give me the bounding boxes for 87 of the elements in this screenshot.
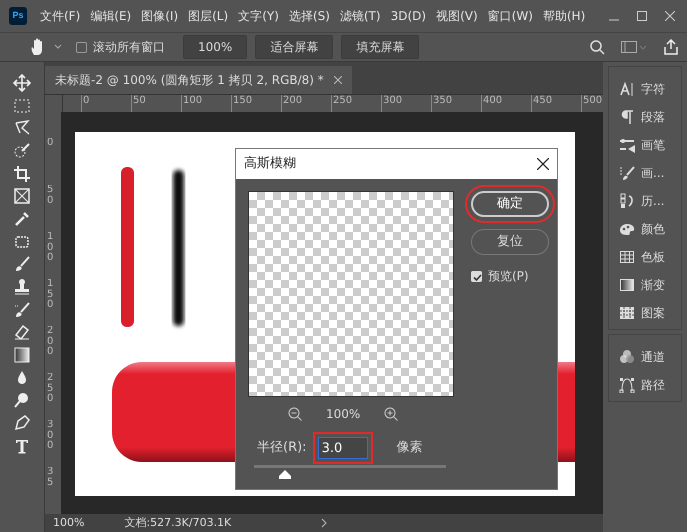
share-icon[interactable] — [663, 39, 679, 55]
checkbox-label: 滚动所有窗口 — [93, 39, 165, 56]
ruler-label: 400 — [483, 96, 502, 106]
panel-label[interactable]: 画... — [641, 164, 664, 182]
menu-item[interactable]: 选择(S) — [284, 7, 335, 25]
menu-item[interactable]: 滤镜(T) — [334, 7, 386, 25]
ruler-label: 50 — [133, 96, 146, 106]
chevron-right-icon[interactable] — [321, 518, 328, 528]
ruler-label: 350 — [433, 96, 452, 106]
field-label: 半径(R): — [257, 439, 307, 458]
channels-icon[interactable] — [619, 349, 635, 365]
ruler-label: 100 — [47, 232, 54, 265]
ruler-label: 250 — [333, 96, 352, 106]
ruler-label: 0 — [83, 96, 90, 106]
paragraph-icon[interactable] — [619, 109, 635, 125]
frame-tool-icon[interactable] — [13, 187, 31, 206]
panel-label[interactable]: 色板 — [641, 248, 665, 266]
ruler-label: 450 — [533, 96, 552, 106]
palette-icon[interactable] — [619, 221, 635, 237]
menu-item[interactable]: 图层(L) — [183, 7, 234, 25]
checkbox-label: 预览(P) — [488, 268, 529, 285]
panel-label[interactable]: 历... — [641, 192, 664, 210]
dodge-tool-icon[interactable] — [13, 391, 31, 410]
pen-tool-icon[interactable] — [13, 414, 31, 432]
slider-thumb[interactable] — [278, 470, 291, 479]
crop-tool-icon[interactable] — [13, 164, 31, 183]
panel-label[interactable]: 渐变 — [641, 276, 665, 294]
brush-settings-icon[interactable] — [619, 137, 635, 153]
panel-label[interactable]: 颜色 — [641, 220, 665, 238]
maximize-icon[interactable] — [637, 11, 647, 21]
eyedropper-tool-icon[interactable] — [13, 210, 31, 228]
stamp-tool-icon[interactable] — [13, 278, 31, 296]
dialog-title: 高斯模糊 — [244, 155, 296, 174]
menu-item[interactable]: 3D(D) — [386, 7, 432, 25]
move-tool-icon[interactable] — [13, 74, 31, 92]
marquee-tool-icon[interactable] — [13, 96, 31, 115]
ruler-label: 300 — [383, 96, 402, 106]
grid-icon[interactable] — [619, 249, 635, 265]
brush-icon[interactable] — [619, 165, 635, 181]
toolbar-button[interactable]: 填充屏幕 — [341, 35, 420, 59]
toolbar-button[interactable]: 100% — [183, 35, 248, 59]
pattern-icon[interactable] — [619, 305, 635, 321]
close-icon[interactable] — [537, 158, 549, 170]
ruler-label: 500 — [583, 96, 602, 106]
reset-button[interactable]: 复位 — [471, 229, 549, 255]
menu-item[interactable]: 文字(Y) — [233, 7, 284, 25]
panel-label[interactable]: 路径 — [641, 376, 665, 394]
app-logo[interactable]: Ps — [9, 7, 27, 25]
panel-label[interactable]: 字符 — [641, 80, 665, 98]
menu-item[interactable]: 窗口(W) — [482, 7, 538, 25]
zoom-level: 100% — [53, 514, 84, 531]
path-icon[interactable] — [619, 377, 635, 393]
history-icon[interactable] — [619, 193, 635, 209]
brush-tool-icon[interactable] — [13, 255, 31, 274]
panel-label[interactable]: 通道 — [641, 348, 665, 366]
gradient-icon[interactable] — [619, 277, 635, 293]
menu-item[interactable]: 视图(V) — [431, 7, 483, 25]
workspace-icon[interactable] — [621, 40, 647, 54]
zoom-level: 100% — [326, 406, 360, 423]
toolbar-button[interactable]: 适合屏幕 — [255, 35, 334, 59]
ruler-label: 150 — [47, 279, 54, 312]
lasso-tool-icon[interactable] — [13, 119, 31, 138]
ruler-label: 50 — [47, 185, 54, 208]
search-icon[interactable] — [590, 40, 605, 54]
document-tab[interactable]: 未标题-2 @ 100% (圆角矩形 1 拷贝 2, RGB/8) * — [45, 66, 352, 94]
eraser-tool-icon[interactable] — [13, 323, 31, 342]
ruler-label: 200 — [283, 96, 302, 106]
menu-item[interactable]: 文件(F) — [35, 7, 86, 25]
panel-label[interactable]: 图案 — [641, 304, 665, 322]
zoom-out-icon[interactable] — [288, 407, 302, 421]
ruler-label: 150 — [233, 96, 252, 106]
radius-field[interactable]: 3.0 — [318, 437, 368, 459]
zoom-in-icon[interactable] — [384, 407, 398, 421]
quick-selection-tool-icon[interactable] — [13, 142, 31, 160]
character-panel-icon[interactable] — [619, 81, 635, 97]
history-brush-tool-icon[interactable] — [13, 300, 31, 319]
panel-label[interactable]: 段落 — [641, 108, 665, 126]
document-size: 文档:527.3K/703.1K — [124, 514, 232, 531]
menu-item[interactable]: 编辑(E) — [85, 7, 136, 25]
caret-icon[interactable] — [54, 44, 62, 50]
ruler-label: 100 — [183, 96, 202, 106]
gradient-tool-icon[interactable] — [13, 346, 31, 364]
unit-label: 像素 — [396, 439, 423, 458]
panel-label[interactable]: 画笔 — [641, 136, 665, 154]
checkbox[interactable] — [76, 42, 87, 52]
menu-item[interactable]: 图像(I) — [136, 7, 184, 25]
menu-item[interactable]: 帮助(H) — [538, 7, 590, 25]
